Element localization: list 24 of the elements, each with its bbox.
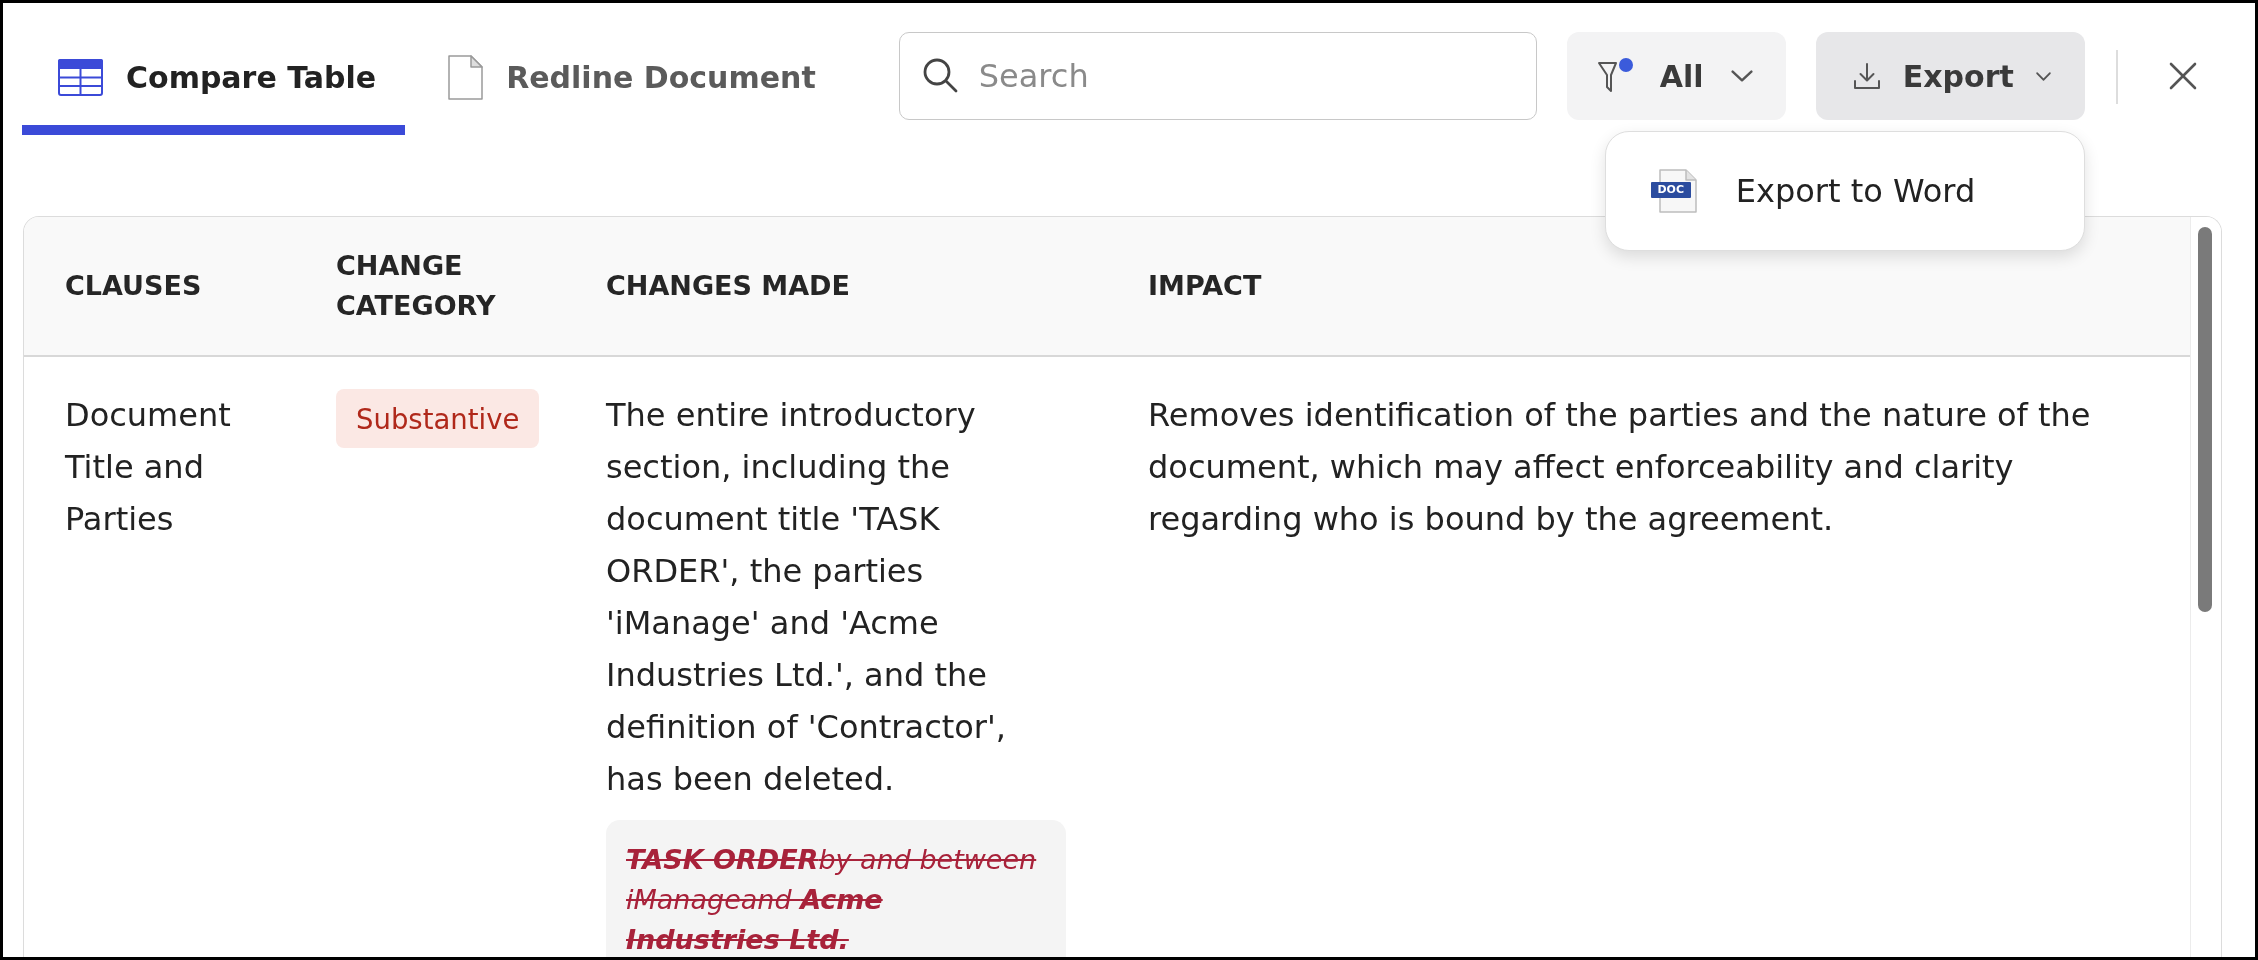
column-header: CHANGES MADE: [606, 269, 851, 303]
filter-button[interactable]: All: [1566, 32, 1786, 120]
category-tag: Substantive: [336, 389, 540, 448]
tab[interactable]: Compare Table: [22, 32, 406, 135]
search-field[interactable]: Search: [898, 32, 1537, 120]
chevron-down-icon: [1730, 70, 1753, 82]
chevron-down-icon: [2035, 71, 2051, 81]
document-icon: [448, 55, 484, 100]
close-icon: [2168, 62, 2197, 90]
impact-text: Removes identification of the parties and the nature of the document, which may affect enforceability and clarity regarding who is bound by the agreement.: [1148, 395, 2092, 540]
deleted-text-quote: TASK ORDERby and between iManageand Acme Industries Ltd.: [606, 820, 1066, 957]
change-description: The entire introductory section, including the document title 'TASK ORDER', the parties 'iManage' and 'Acme Industries Ltd.', and the definition of 'Contractor', has been deleted.: [606, 395, 1007, 800]
clause-name: Document Title and Parties: [65, 395, 232, 540]
column-header: CLAUSES: [65, 269, 203, 303]
menu-item[interactable]: DOC Export to Word: [1605, 132, 2084, 250]
search-icon: [922, 58, 958, 93]
tab[interactable]: Redline Document: [412, 32, 845, 135]
download-icon: [1852, 62, 1881, 90]
export-button[interactable]: Export: [1815, 32, 2085, 120]
file-type-label: DOC: [1650, 182, 1691, 198]
column-header: CHANGE CATEGORY: [336, 249, 497, 323]
scrollbar-thumb[interactable]: [2198, 227, 2212, 612]
table-icon: [58, 59, 103, 96]
column-header: IMPACT: [1148, 269, 1263, 303]
